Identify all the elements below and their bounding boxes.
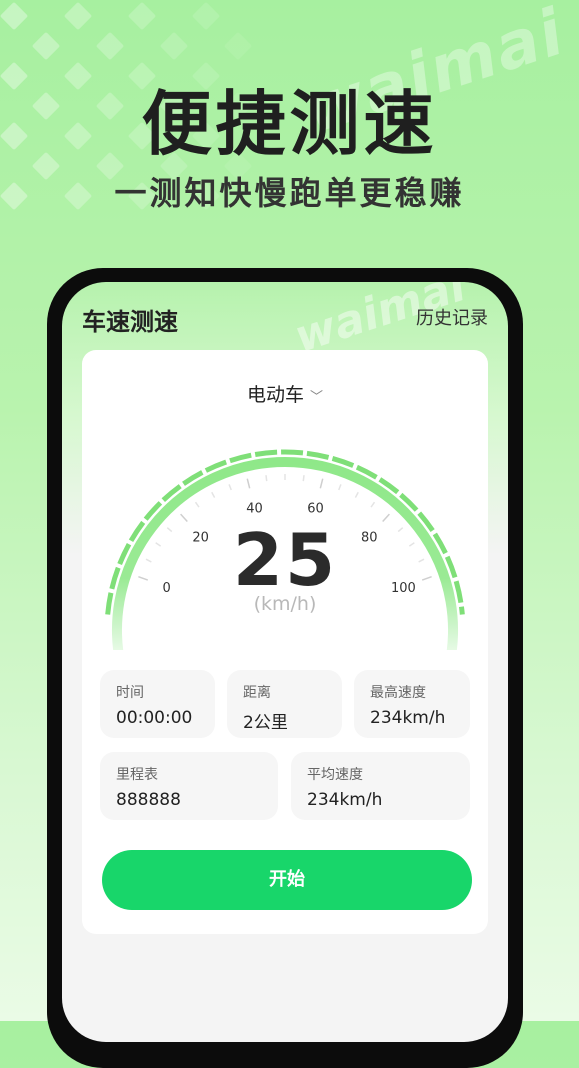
gauge-major-tick <box>246 478 251 489</box>
chevron-down-icon: ﹀ <box>310 390 324 405</box>
phone-screen: waimai 车速测速 历史记录 电动车 ﹀ 0 20 40 60 80 100 25 (k… <box>62 282 508 1042</box>
diamond-shape <box>223 31 253 61</box>
stat-time-label: 时间 <box>116 685 144 701</box>
gauge-minor-tick <box>265 475 268 482</box>
diamond-shape <box>191 1 221 31</box>
hero-subtitle: 一测知快慢跑单更稳赚 <box>114 174 465 212</box>
diamond-shape <box>159 31 189 61</box>
stat-avg-speed: 平均速度 234km/h <box>291 752 470 820</box>
gauge-minor-tick <box>338 484 342 491</box>
stat-time-value: 00:00:00 <box>116 708 193 728</box>
gauge-minor-tick <box>302 475 305 482</box>
app-title: 车速测速 <box>82 308 178 336</box>
gauge-minor-tick <box>354 491 359 498</box>
stat-avg-speed-label: 平均速度 <box>307 767 363 783</box>
speed-unit: (km/h) <box>253 593 317 615</box>
history-link[interactable]: 历史记录 <box>416 304 488 330</box>
stat-distance-label: 距离 <box>243 685 271 701</box>
gauge-minor-tick <box>194 501 200 508</box>
speed-card: 电动车 ﹀ 0 20 40 60 80 100 25 (km/h) 时间 00:00:00 … <box>82 350 488 934</box>
gauge-minor-tick <box>370 501 376 508</box>
hero-title: 便捷测速 <box>141 83 438 165</box>
gauge-minor-tick <box>228 484 232 491</box>
vehicle-type-label: 电动车 <box>246 384 304 406</box>
stat-odometer-label: 里程表 <box>116 767 158 783</box>
stat-odometer: 里程表 888888 <box>100 752 278 820</box>
stat-max-speed-value: 234km/h <box>370 708 446 728</box>
stat-distance: 距离 2公里 <box>227 670 342 738</box>
stat-distance-value: 2公里 <box>243 713 288 733</box>
stat-avg-speed-value: 234km/h <box>307 790 383 810</box>
gauge-major-tick <box>319 478 324 489</box>
gauge-tick-label: 40 <box>246 502 263 517</box>
diamond-shape <box>127 1 157 31</box>
gauge-tick-label: 60 <box>307 502 324 517</box>
stat-time: 时间 00:00:00 <box>100 670 215 738</box>
current-speed: 25 <box>232 518 338 602</box>
diamond-shape <box>0 1 29 31</box>
vehicle-selector[interactable]: 电动车 ﹀ <box>82 380 488 407</box>
diamond-shape <box>63 1 93 31</box>
diamond-shape <box>31 31 61 61</box>
diamond-shape <box>95 31 125 61</box>
start-button[interactable]: 开始 <box>102 850 472 910</box>
stat-odometer-value: 888888 <box>116 790 181 810</box>
gauge-minor-tick <box>211 491 216 498</box>
stat-max-speed: 最高速度 234km/h <box>354 670 470 738</box>
stat-max-speed-label: 最高速度 <box>370 685 426 701</box>
